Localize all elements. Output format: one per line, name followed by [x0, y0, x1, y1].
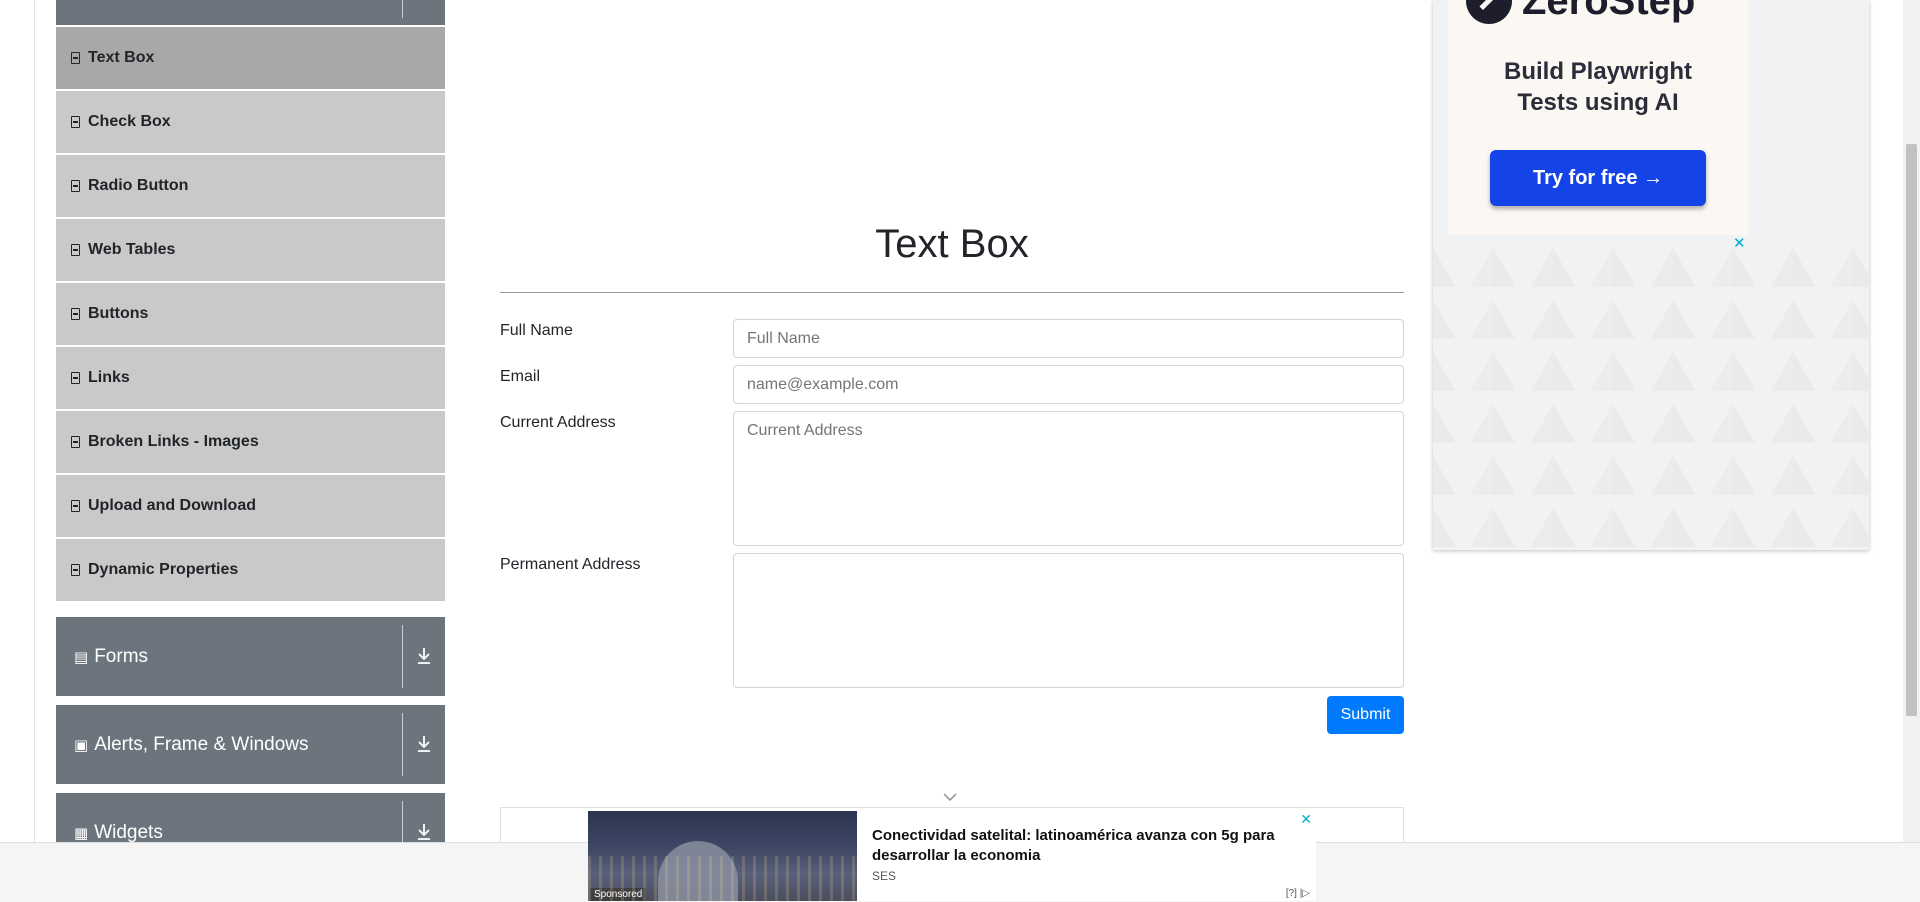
- current-address-label: Current Address: [500, 414, 616, 431]
- submit-button[interactable]: Submit: [1327, 696, 1404, 734]
- sidebar-item-radio-button[interactable]: Radio Button: [56, 155, 445, 217]
- group-header-forms[interactable]: ▤ Forms: [56, 617, 445, 696]
- ad-background-pattern: [1433, 235, 1869, 550]
- sidebar-item-dynamic-properties[interactable]: Dynamic Properties: [56, 539, 445, 601]
- elements-group-header[interactable]: [56, 0, 445, 25]
- html5-icon: [71, 436, 80, 448]
- group-label: Alerts, Frame & Windows: [94, 733, 309, 755]
- full-name-label: Full Name: [500, 322, 573, 339]
- sidebar-item-buttons[interactable]: Buttons: [56, 283, 445, 345]
- sidebar-item-label: Links: [88, 369, 130, 386]
- right-advertisement[interactable]: ZeroStep Build Playwright Tests using AI…: [1433, 0, 1869, 550]
- bottom-banner-ad[interactable]: Sponsored Conectividad satelital: latino…: [588, 811, 1316, 901]
- widgets-icon: ▦: [74, 824, 89, 842]
- permanent-address-textarea[interactable]: [733, 553, 1404, 688]
- sidebar-item-links[interactable]: Links: [56, 347, 445, 409]
- sidebar-item-label: Check Box: [88, 113, 171, 130]
- window-icon: ▣: [74, 736, 89, 754]
- sidebar-item-label: Buttons: [88, 305, 149, 322]
- html5-icon: [71, 116, 80, 128]
- group-label: Forms: [94, 645, 149, 667]
- close-icon[interactable]: ✕: [1300, 811, 1312, 828]
- ad-headline: Build Playwright Tests using AI: [1448, 56, 1748, 118]
- html5-icon: [71, 244, 80, 256]
- current-address-textarea[interactable]: [733, 411, 1404, 546]
- full-name-input[interactable]: [733, 319, 1404, 358]
- email-label: Email: [500, 368, 541, 385]
- sidebar-item-check-box[interactable]: Check Box: [56, 91, 445, 153]
- ad-card[interactable]: ZeroStep Build Playwright Tests using AI…: [1448, 0, 1748, 235]
- sidebar-item-label: Upload and Download: [88, 497, 256, 514]
- scrollbar-thumb[interactable]: [1906, 144, 1917, 716]
- page-left-border: [34, 0, 35, 842]
- ad-headline-line2: Tests using AI: [1517, 89, 1679, 116]
- html5-icon: [71, 308, 80, 320]
- sidebar-item-broken-links[interactable]: Broken Links - Images: [56, 411, 445, 473]
- html5-icon: [71, 52, 80, 64]
- sidebar-item-label: Broken Links - Images: [88, 433, 259, 450]
- title-divider: [500, 292, 1404, 293]
- zerostep-logo: ZeroStep: [1466, 0, 1695, 24]
- chevron-down-icon[interactable]: [943, 792, 957, 802]
- close-icon[interactable]: ✕: [1733, 234, 1746, 252]
- ad-headline-line1: Build Playwright: [1503, 58, 1692, 85]
- page-title: Text Box: [875, 222, 1029, 266]
- sponsored-label: Sponsored: [590, 888, 647, 901]
- clipboard-icon: ▤: [74, 648, 89, 666]
- download-arrow-icon[interactable]: [413, 821, 435, 843]
- banner-title[interactable]: Conectividad satelital: latinoamérica av…: [872, 826, 1302, 866]
- adchoices-icon[interactable]: [?] |▷: [1286, 888, 1310, 899]
- sidebar: Text Box Check Box Radio Button Web Tabl…: [56, 0, 445, 872]
- sidebar-item-label: Radio Button: [88, 177, 189, 194]
- sidebar-item-upload-download[interactable]: Upload and Download: [56, 475, 445, 537]
- sidebar-item-label: Web Tables: [88, 241, 176, 258]
- banner-source: SES: [872, 869, 897, 883]
- email-input[interactable]: [733, 365, 1404, 404]
- html5-icon: [71, 564, 80, 576]
- html5-icon: [71, 500, 80, 512]
- download-arrow-icon[interactable]: [413, 645, 435, 667]
- download-arrow-icon[interactable]: [413, 733, 435, 755]
- sidebar-item-web-tables[interactable]: Web Tables: [56, 219, 445, 281]
- sidebar-item-label: Dynamic Properties: [88, 561, 239, 578]
- group-header-alerts[interactable]: ▣ Alerts, Frame & Windows: [56, 705, 445, 784]
- html5-icon: [71, 180, 80, 192]
- ad-cta-button[interactable]: Try for free →: [1490, 150, 1706, 206]
- html5-icon: [71, 372, 80, 384]
- ad-brand: ZeroStep: [1522, 0, 1696, 23]
- city-photo[interactable]: Sponsored: [588, 811, 857, 901]
- zerostep-logo-icon: [1466, 0, 1512, 24]
- permanent-address-label: Permanent Address: [500, 556, 641, 573]
- sidebar-item-label: Text Box: [88, 49, 155, 66]
- sidebar-item-text-box[interactable]: Text Box: [56, 27, 445, 89]
- group-label: Widgets: [94, 821, 163, 843]
